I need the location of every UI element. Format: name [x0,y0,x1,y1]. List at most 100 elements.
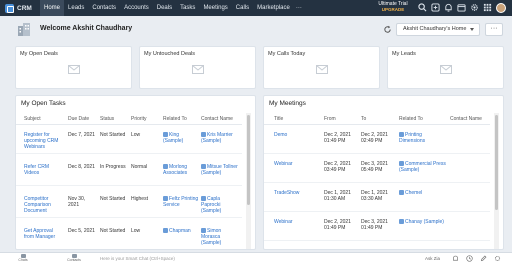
tab-deals[interactable]: Deals [153,0,176,16]
smart-chat-input[interactable]: Here is your Smart Chat (Ctrl+Space) [100,255,250,262]
calendar-icon[interactable] [457,3,466,12]
table-row[interactable]: Get Approval from Manager Dec 5, 2021 No… [16,225,242,249]
contact-name: Mitsue Tollner (Sample) [201,164,238,176]
table-row[interactable]: Webinar Dec 2, 2021 03:49 PM Dec 3, 2021… [264,158,490,183]
related-to-link[interactable]: Commercial Press (Sample) [399,161,447,173]
my-open-tasks-panel: My Open Tasks Subject Due Date Status Pr… [15,95,256,250]
contact-link[interactable]: Mitsue Tollner (Sample) [201,164,239,176]
meeting-title-link[interactable]: Webinar [274,219,319,225]
tab-leads[interactable]: Leads [64,0,88,16]
related-to-link[interactable]: Chemel [399,190,447,196]
tab-accounts[interactable]: Accounts [120,0,153,16]
trial-badge[interactable]: Ultimate Trial UPGRADE [374,1,412,13]
task-priority: Low [131,228,141,234]
tasks-scrollbar[interactable] [246,113,251,249]
related-to-link[interactable]: King (Sample) [163,132,199,144]
meeting-title-link[interactable]: Demo [274,132,319,138]
more-tabs-button[interactable]: ··· [294,0,304,16]
edit-icon[interactable] [480,255,487,262]
column-header[interactable]: Related To [399,116,423,122]
chevron-down-icon [470,28,474,31]
chats-button[interactable]: Chats [13,254,33,262]
tab-calls[interactable]: Calls [232,0,253,16]
ask-zia-button[interactable]: Ask Zia [425,255,440,262]
table-row[interactable]: Demo Dec 2, 2021 01:49 PM Dec 2, 2021 02… [264,129,490,154]
refresh-icon[interactable] [383,25,392,34]
home-view-select[interactable]: Akshit Chaudhary's Home [396,23,480,36]
column-header[interactable]: From [324,116,336,122]
task-status: Not Started [100,132,126,138]
task-subject-link[interactable]: Refer CRM Videos [24,164,64,176]
tab-marketplace[interactable]: Marketplace [253,0,294,16]
tab-meetings[interactable]: Meetings [199,0,231,16]
column-header[interactable]: Subject [24,116,41,122]
column-header[interactable]: To [361,116,366,122]
building-icon [18,23,30,36]
table-row[interactable]: Refer CRM Videos Dec 8, 2021 In Progress… [16,161,242,186]
card-title: My Leads [392,51,416,57]
crm-logo-icon [5,3,14,13]
tab-home[interactable]: Home [40,0,65,16]
contact-link[interactable]: Kris Marrier (Sample) [201,132,239,144]
app-logo[interactable]: CRM [0,3,40,13]
user-avatar[interactable] [496,3,506,13]
table-row[interactable]: Register for upcoming CRM Webinars Dec 7… [16,129,242,154]
add-icon[interactable] [431,3,440,12]
meeting-title-link[interactable]: TradeShow [274,190,319,196]
column-header[interactable]: Contact Name [201,116,233,122]
task-due-date: Dec 5, 2021 [68,228,95,234]
meetings-scrollbar[interactable] [494,113,499,249]
notification-icon[interactable] [452,255,459,262]
contacts-button[interactable]: Contacts [64,254,84,262]
task-status: Not Started [100,228,126,234]
table-row[interactable]: Competitor Comparison Document Nov 30, 2… [16,193,242,218]
card-my-calls-today[interactable]: My Calls Today [263,46,380,89]
more-options-button[interactable]: ··· [485,23,503,36]
scrollbar-thumb[interactable] [247,115,250,205]
table-row[interactable]: Webinar Dec 2, 2021 01:49 PM Dec 3, 2021… [264,216,490,241]
related-to-link[interactable]: Morlong Associates [163,164,199,176]
settings-icon[interactable] [494,255,501,262]
column-header[interactable]: Contact Name [450,116,482,122]
column-header[interactable]: Related To [163,116,187,122]
contact-icon [201,228,206,234]
related-to-name: Chapman [169,228,191,234]
card-my-leads[interactable]: My Leads [387,46,504,89]
meeting-title-link[interactable]: Webinar [274,161,319,167]
clock-icon[interactable] [466,255,473,262]
meeting-from: Dec 2, 2021 03:49 PM [324,161,351,173]
related-to-link[interactable]: Feltz Printing Service [163,196,199,208]
tab-contacts[interactable]: Contacts [88,0,120,16]
task-subject-link[interactable]: Competitor Comparison Document [24,196,64,214]
column-header[interactable]: Status [100,116,114,122]
upgrade-link[interactable]: UPGRADE [374,7,412,13]
related-to-link[interactable]: Chanay (Sample) [399,219,447,225]
bell-icon[interactable] [444,3,453,12]
search-icon[interactable] [418,3,427,12]
contact-link[interactable]: Capla Paprocki (Sample) [201,196,239,214]
column-header[interactable]: Due Date [68,116,89,122]
scrollbar-thumb[interactable] [495,115,498,210]
related-to-name: Commercial Press (Sample) [399,161,446,173]
task-subject-link[interactable]: Get Approval from Manager [24,228,64,240]
meeting-from: Dec 2, 2021 01:49 PM [324,132,351,144]
meeting-from: Dec 2, 2021 01:49 PM [324,219,351,231]
welcome-heading: Welcome Akshit Chaudhary [40,25,133,32]
task-subject-link[interactable]: Register for upcoming CRM Webinars [24,132,64,150]
tab-tasks[interactable]: Tasks [176,0,199,16]
column-header[interactable]: Priority [131,116,147,122]
meeting-from: Dec 1, 2021 01:30 AM [324,190,351,202]
account-icon [163,196,168,202]
gear-icon[interactable] [470,3,479,12]
related-to-link[interactable]: Printing Dimensions [399,132,447,144]
apps-grid-icon[interactable] [483,3,492,12]
card-my-untouched-deals[interactable]: My Untouched Deals [139,46,256,89]
table-row[interactable]: TradeShow Dec 1, 2021 01:30 AM Dec 1, 20… [264,187,490,212]
card-my-open-deals[interactable]: My Open Deals [15,46,132,89]
panel-title: My Meetings [269,100,306,107]
app-name: CRM [17,4,32,12]
column-header[interactable]: Title [274,116,283,122]
related-to-link[interactable]: Chapman [163,228,199,234]
contact-link[interactable]: Simon Morasca (Sample) [201,228,239,246]
account-icon [399,219,404,225]
